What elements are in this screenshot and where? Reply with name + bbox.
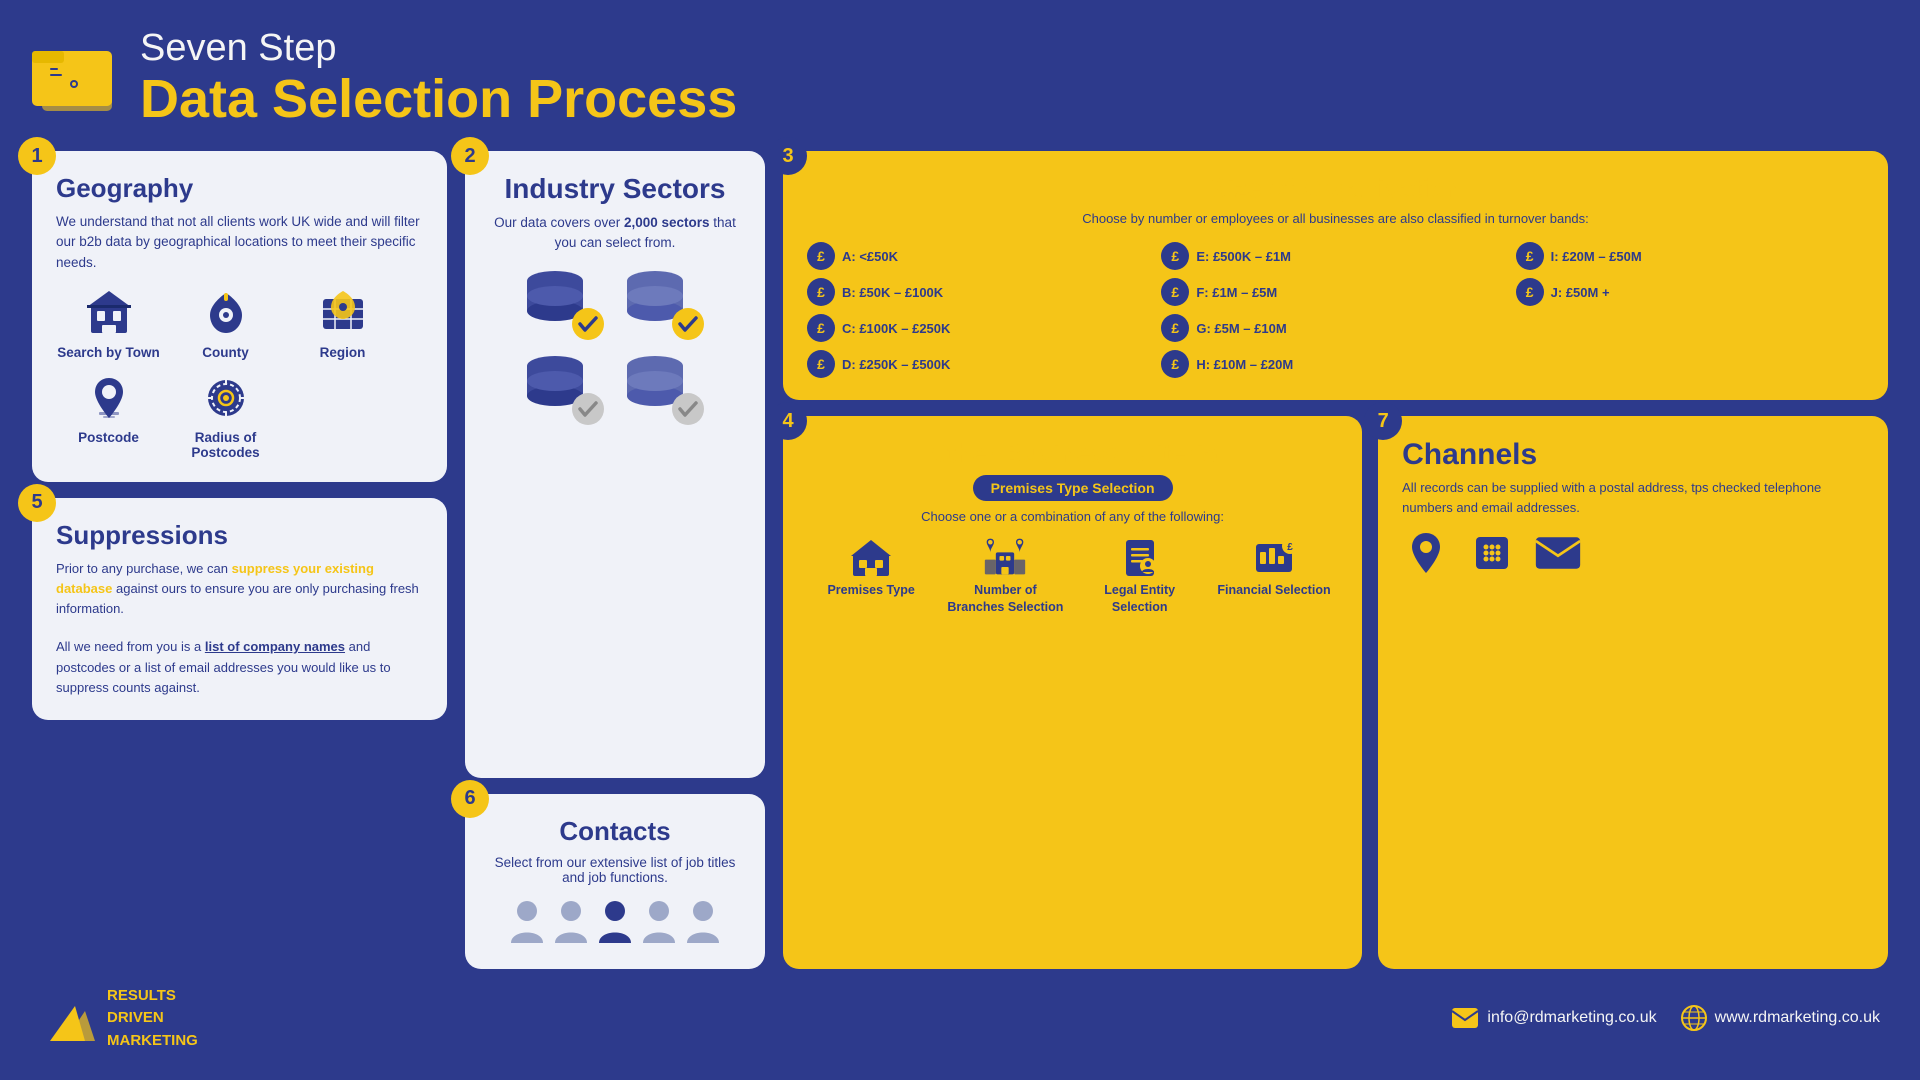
footer-logo: RESULTS DRIVEN MARKETING [40, 985, 198, 1053]
main-container: Seven Step Data Selection Process 1 Geog… [0, 0, 1920, 1080]
step3-badge: 3 [769, 137, 807, 175]
step3-card: 3 Size of Organisation Choose by number … [783, 151, 1888, 400]
header-icon [32, 36, 122, 121]
size-item-i: £ I: £20M – £50M [1516, 242, 1864, 270]
footer-logo-line2: DRIVEN [107, 1007, 198, 1030]
geo-item-postcode: Postcode [56, 372, 161, 460]
step4-badge: 4 [769, 402, 807, 440]
step2-badge: 2 [451, 137, 489, 175]
step2-card: 2 Industry Sectors Our data covers over … [465, 151, 765, 777]
step7-title: Channels [1402, 438, 1864, 472]
step7-badge: 7 [1364, 402, 1402, 440]
criteria-legal: Legal Entity Selection [1080, 534, 1200, 615]
size-item-j: £ J: £50M + [1516, 278, 1864, 306]
header: Seven Step Data Selection Process [32, 28, 1888, 129]
step5-card: 5 Suppressions Prior to any purchase, we… [32, 498, 447, 720]
step1-card: 1 Geography We understand that not all c… [32, 151, 447, 482]
step1-badge: 1 [18, 137, 56, 175]
geo-label-radius: Radius of Postcodes [173, 430, 278, 460]
criteria-premises-label: Premises Type [827, 582, 914, 598]
geo-item-county: County [173, 287, 278, 360]
step6-body: Select from our extensive list of job ti… [489, 855, 741, 885]
size-grid: £ A: <£50K £ E: £500K – £1M £ I: £20M – … [807, 242, 1864, 378]
footer-logo-line1: RESULTS [107, 985, 198, 1008]
step2-body: Our data covers over 2,000 sectors that … [489, 213, 741, 254]
step1-body: We understand that not all clients work … [56, 212, 423, 273]
db-icons [489, 266, 741, 426]
step6-badge: 6 [451, 780, 489, 818]
step7-body: All records can be supplied with a posta… [1402, 478, 1864, 517]
size-item-h: £ H: £10M – £20M [1161, 350, 1509, 378]
step7-card: 7 Channels All records can be supplied w… [1378, 416, 1888, 968]
geo-label-county: County [202, 345, 249, 360]
criteria-legal-label: Legal Entity Selection [1080, 582, 1200, 615]
step6-title: Contacts [489, 816, 741, 847]
step3-subtitle: Choose by number or employees or all bus… [807, 210, 1864, 228]
step4-subtitle: Choose one or a combination of any of th… [807, 509, 1338, 524]
geo-label-region: Region [320, 345, 366, 360]
criteria-premises: Premises Type [811, 534, 931, 598]
footer-website-text: www.rdmarketing.co.uk [1715, 1009, 1880, 1027]
geo-label-postcode: Postcode [78, 430, 139, 445]
step2-title: Industry Sectors [489, 173, 741, 205]
footer-contact: info@rdmarketing.co.uk www.rdmarketing.c… [1451, 1005, 1880, 1031]
step4-card: 4 Other Business Criteria Premises Type … [783, 416, 1362, 968]
geo-item-radius: Radius of Postcodes [173, 372, 278, 460]
size-item-g: £ G: £5M – £10M [1161, 314, 1509, 342]
size-item-a: £ A: <£50K [807, 242, 1155, 270]
company-names-link: list of company names [205, 639, 345, 654]
footer-website: www.rdmarketing.co.uk [1681, 1005, 1880, 1031]
step5-badge: 5 [18, 484, 56, 522]
header-text: Seven Step Data Selection Process [140, 28, 737, 129]
size-item-f: £ F: £1M – £5M [1161, 278, 1509, 306]
geo-label-town: Search by Town [57, 345, 160, 360]
header-subtitle: Seven Step [140, 28, 737, 70]
criteria-icons: Premises Type [807, 534, 1338, 615]
criteria-financial-label: Financial Selection [1217, 582, 1330, 598]
step6-card: 6 Contacts Select from our extensive lis… [465, 794, 765, 969]
footer-logo-line3: MARKETING [107, 1030, 198, 1053]
premises-badge: Premises Type Selection [973, 475, 1173, 501]
geo-icons: Search by Town County [56, 287, 423, 460]
criteria-branches: Number of Branches Selection [945, 534, 1065, 615]
channel-icons [1402, 529, 1864, 577]
criteria-financial: £ Financial Selection [1214, 534, 1334, 598]
criteria-branches-label: Number of Branches Selection [945, 582, 1065, 615]
step3-title: Size of Organisation [807, 173, 1864, 204]
geo-item-region: Region [290, 287, 395, 360]
step5-title: Suppressions [56, 520, 423, 551]
size-item-e: £ E: £500K – £1M [1161, 242, 1509, 270]
footer-email-text: info@rdmarketing.co.uk [1487, 1009, 1656, 1027]
size-item-c: £ C: £100K – £250K [807, 314, 1155, 342]
step5-body2: All we need from you is a list of compan… [56, 637, 423, 697]
header-title: Data Selection Process [140, 70, 737, 129]
geo-item-town: Search by Town [56, 287, 161, 360]
footer-email: info@rdmarketing.co.uk [1451, 1007, 1656, 1029]
step1-title: Geography [56, 173, 423, 204]
person-icons [489, 897, 741, 947]
size-item-d: £ D: £250K – £500K [807, 350, 1155, 378]
step4-title: Other Business Criteria [807, 438, 1338, 469]
footer: RESULTS DRIVEN MARKETING info@rdmarketin… [32, 985, 1888, 1053]
svg-text:£: £ [1287, 542, 1293, 553]
size-item-b: £ B: £50K – £100K [807, 278, 1155, 306]
step5-body1: Prior to any purchase, we can suppress y… [56, 559, 423, 619]
